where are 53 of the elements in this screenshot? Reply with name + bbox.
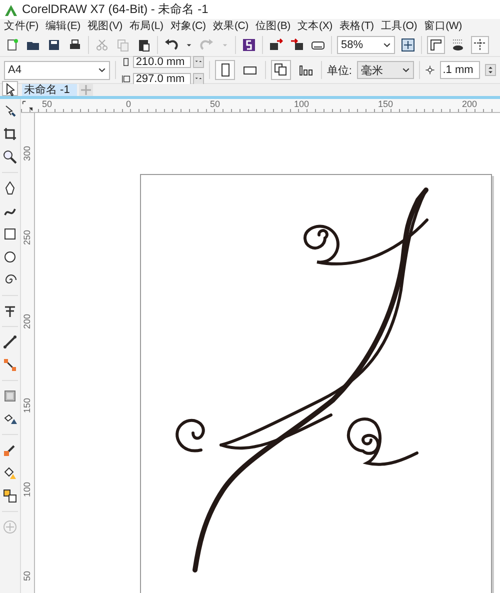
- document-tab[interactable]: 未命名 -1: [22, 84, 77, 96]
- units-dropdown[interactable]: 毫米: [356, 61, 414, 79]
- crop-tool-icon[interactable]: [2, 126, 18, 142]
- width-field[interactable]: 210.0 mm: [132, 56, 191, 68]
- paper-size-dropdown[interactable]: A4: [4, 60, 110, 80]
- ruler-origin-icon[interactable]: [21, 99, 34, 112]
- menu-item[interactable]: 布局(L): [127, 19, 168, 33]
- ruler-label: 50: [42, 99, 52, 109]
- menu-item[interactable]: 表格(T): [337, 19, 379, 33]
- pick-tool-icon[interactable]: [2, 81, 18, 96]
- ruler-label: 150: [22, 398, 32, 413]
- ruler-label: 50: [22, 570, 32, 581]
- menu-item[interactable]: 窗口(W): [422, 19, 467, 33]
- portrait-icon[interactable]: [214, 60, 235, 80]
- menu-item[interactable]: 位图(B): [253, 19, 296, 33]
- grid-eye-icon[interactable]: [450, 36, 466, 52]
- menu-item[interactable]: 编辑(E): [43, 19, 86, 33]
- menu-item[interactable]: 工具(O): [378, 19, 422, 33]
- smart-fill-tool-icon[interactable]: [2, 488, 18, 504]
- import-icon[interactable]: [268, 36, 284, 52]
- rulers-icon[interactable]: [427, 36, 445, 54]
- menu-item[interactable]: 文本(X): [295, 19, 338, 33]
- ruler-label: 0: [126, 99, 132, 109]
- ruler-label: 300: [22, 146, 32, 161]
- zoom-fit-icon[interactable]: [400, 36, 416, 52]
- ruler-label: 150: [378, 99, 394, 109]
- dimension-tool-icon[interactable]: [2, 334, 18, 350]
- ruler-label: 50: [210, 99, 220, 109]
- guidelines-icon[interactable]: [471, 36, 489, 54]
- connector-tool-icon[interactable]: [2, 357, 18, 373]
- ruler-label: 200: [22, 314, 32, 329]
- menu-item[interactable]: 文件(F): [2, 19, 44, 33]
- ruler-label: 100: [22, 482, 32, 497]
- height-field[interactable]: 297.0 mm: [132, 72, 191, 84]
- menu-item[interactable]: 效果(C): [210, 19, 254, 33]
- ellipse-tool-icon[interactable]: [2, 249, 18, 265]
- all-pages-icon[interactable]: [270, 60, 291, 80]
- menu-item[interactable]: 对象(C): [168, 19, 211, 33]
- window-title: CorelDRAW X7 (64-Bit) - 未命名 -1: [22, 1, 208, 18]
- zoom-level-dropdown[interactable]: 58%: [337, 36, 395, 54]
- menu-item[interactable]: 视图(V): [85, 19, 128, 33]
- rectangle-tool-icon[interactable]: [2, 226, 18, 242]
- spinner-arrows-icon[interactable]: [485, 64, 496, 76]
- ruler-label: 250: [22, 230, 32, 245]
- fill-tool-icon[interactable]: [2, 465, 18, 481]
- shadow-tool-icon[interactable]: [2, 388, 18, 404]
- undo-icon[interactable]: [163, 36, 179, 52]
- zoom-tool-icon[interactable]: [2, 149, 18, 165]
- ruler-label: 200: [462, 99, 478, 109]
- export-icon[interactable]: [289, 36, 305, 52]
- units-label: 单位:: [326, 64, 352, 78]
- ruler-label: 100: [294, 99, 310, 109]
- nudge-distance-field[interactable]: .1 mm: [440, 61, 480, 79]
